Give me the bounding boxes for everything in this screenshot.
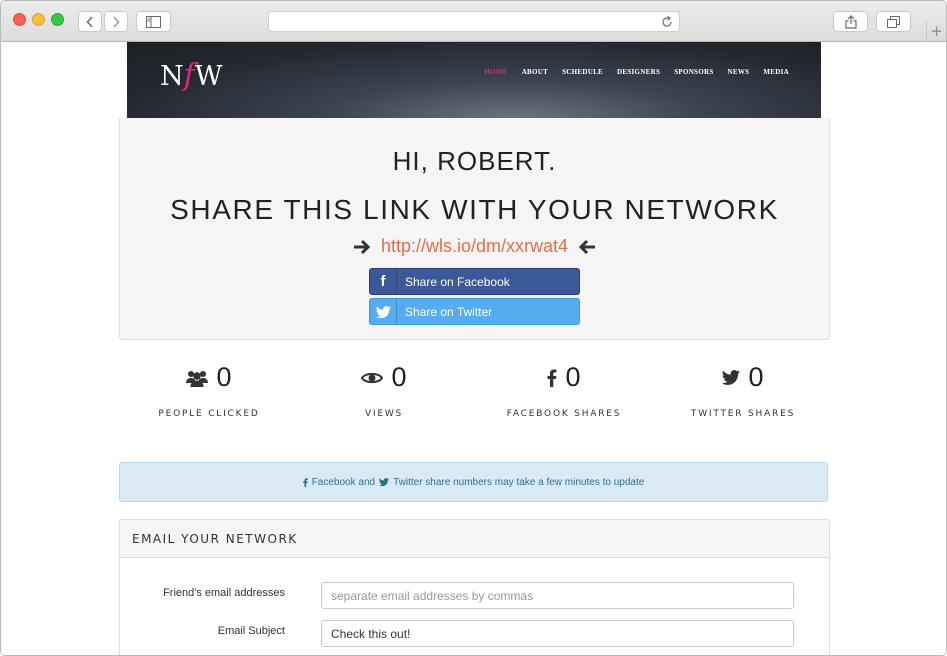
stat-twitter-shares: 0 TWITTER SHARES xyxy=(653,362,833,419)
minimize-window-button[interactable] xyxy=(32,13,45,26)
notice-text-part2: Twitter share numbers may take a few min… xyxy=(393,476,645,488)
stat-value: 0 xyxy=(565,362,581,392)
zoom-window-button[interactable] xyxy=(51,13,64,26)
stat-facebook-shares: 0 FACEBOOK SHARES xyxy=(474,362,654,419)
facebook-icon xyxy=(302,477,308,487)
share-icon xyxy=(844,14,857,29)
notice-text-part1: Facebook and xyxy=(311,476,376,488)
email-subject-row: Email Subject xyxy=(120,620,829,648)
facebook-icon xyxy=(547,369,557,387)
share-on-facebook-button[interactable]: f Share on Facebook xyxy=(369,268,580,295)
share-link-row: http://wls.io/dm/xxrwat4 xyxy=(120,236,829,257)
nav-item-sponsors[interactable]: SPONSORS xyxy=(674,68,713,76)
share-page-button[interactable] xyxy=(833,11,868,32)
nfw-logo[interactable]: NfW xyxy=(160,58,223,93)
twitter-icon xyxy=(370,299,397,324)
email-network-panel: EMAIL YOUR NETWORK Friend's email addres… xyxy=(119,519,830,655)
email-subject-input[interactable] xyxy=(321,620,794,647)
tabs-overview-button[interactable] xyxy=(876,11,911,32)
site-header-banner: NfW HOME ABOUT SCHEDULE DESIGNERS SPONSO… xyxy=(127,42,821,118)
stat-value: 0 xyxy=(748,362,764,392)
logo-letter-n: N xyxy=(160,61,184,92)
share-card: HI, ROBERT. SHARE THIS LINK WITH YOUR NE… xyxy=(119,118,830,340)
sidebar-icon xyxy=(146,15,161,28)
logo-letter-f: f xyxy=(183,58,195,93)
stat-people-clicked: 0 PEOPLE CLICKED xyxy=(119,362,299,419)
nav-item-schedule[interactable]: SCHEDULE xyxy=(562,68,603,76)
tabs-icon xyxy=(887,15,900,28)
stat-value: 0 xyxy=(216,362,232,392)
eye-icon xyxy=(361,372,384,383)
page-content: NfW HOME ABOUT SCHEDULE DESIGNERS SPONSO… xyxy=(1,42,946,655)
nav-item-media[interactable]: MEDIA xyxy=(763,68,789,76)
back-button[interactable] xyxy=(78,11,102,32)
email-subject-label: Email Subject xyxy=(217,625,285,637)
sidebar-toggle-button[interactable] xyxy=(136,11,171,32)
facebook-button-label: Share on Facebook xyxy=(405,274,510,289)
friends-email-input[interactable] xyxy=(321,582,794,609)
nav-item-about[interactable]: ABOUT xyxy=(522,68,548,76)
browser-window: + NfW HOME ABOUT SCHEDULE DESIGNERS SPON… xyxy=(0,0,947,656)
share-url-link[interactable]: http://wls.io/dm/xxrwat4 xyxy=(381,236,568,257)
stat-views: 0 VIEWS xyxy=(294,362,474,419)
facebook-icon: f xyxy=(370,269,397,294)
friends-email-row: Friend's email addresses xyxy=(120,582,829,610)
close-window-button[interactable] xyxy=(13,13,26,26)
new-tab-button[interactable]: + xyxy=(926,21,946,41)
stat-label: TWITTER SHARES xyxy=(690,409,796,419)
arrow-left-icon xyxy=(578,239,596,254)
browser-toolbar: + xyxy=(1,1,946,42)
arrow-right-icon xyxy=(353,239,371,254)
stat-label: PEOPLE CLICKED xyxy=(158,409,260,419)
share-delay-notice: Facebook and Twitter share numbers may t… xyxy=(119,462,828,502)
share-on-twitter-button[interactable]: Share on Twitter xyxy=(369,298,580,325)
logo-letter-w: W xyxy=(194,61,223,92)
stat-value: 0 xyxy=(391,362,407,392)
twitter-icon xyxy=(379,478,390,486)
stat-label: VIEWS xyxy=(364,409,404,419)
greeting-heading: HI, ROBERT. xyxy=(392,146,557,176)
chevron-right-icon xyxy=(113,15,120,28)
address-bar[interactable] xyxy=(268,11,680,32)
users-icon xyxy=(186,370,209,387)
twitter-button-label: Share on Twitter xyxy=(405,304,493,319)
nav-item-news[interactable]: NEWS xyxy=(728,68,750,76)
stat-label: FACEBOOK SHARES xyxy=(506,409,622,419)
nav-item-home[interactable]: HOME xyxy=(484,68,507,76)
chevron-left-icon xyxy=(86,15,93,28)
email-panel-heading: EMAIL YOUR NETWORK xyxy=(120,520,829,558)
reload-icon[interactable] xyxy=(662,16,673,28)
share-stats: 0 PEOPLE CLICKED 0 VIEWS 0 FACEBOOK SHAR… xyxy=(119,362,828,442)
site-nav: HOME ABOUT SCHEDULE DESIGNERS SPONSORS N… xyxy=(484,68,789,76)
share-title: SHARE THIS LINK WITH YOUR NETWORK xyxy=(170,194,779,225)
forward-button[interactable] xyxy=(104,11,128,32)
friends-email-label: Friend's email addresses xyxy=(163,587,285,599)
nav-item-designers[interactable]: DESIGNERS xyxy=(617,68,660,76)
twitter-icon xyxy=(722,370,741,385)
